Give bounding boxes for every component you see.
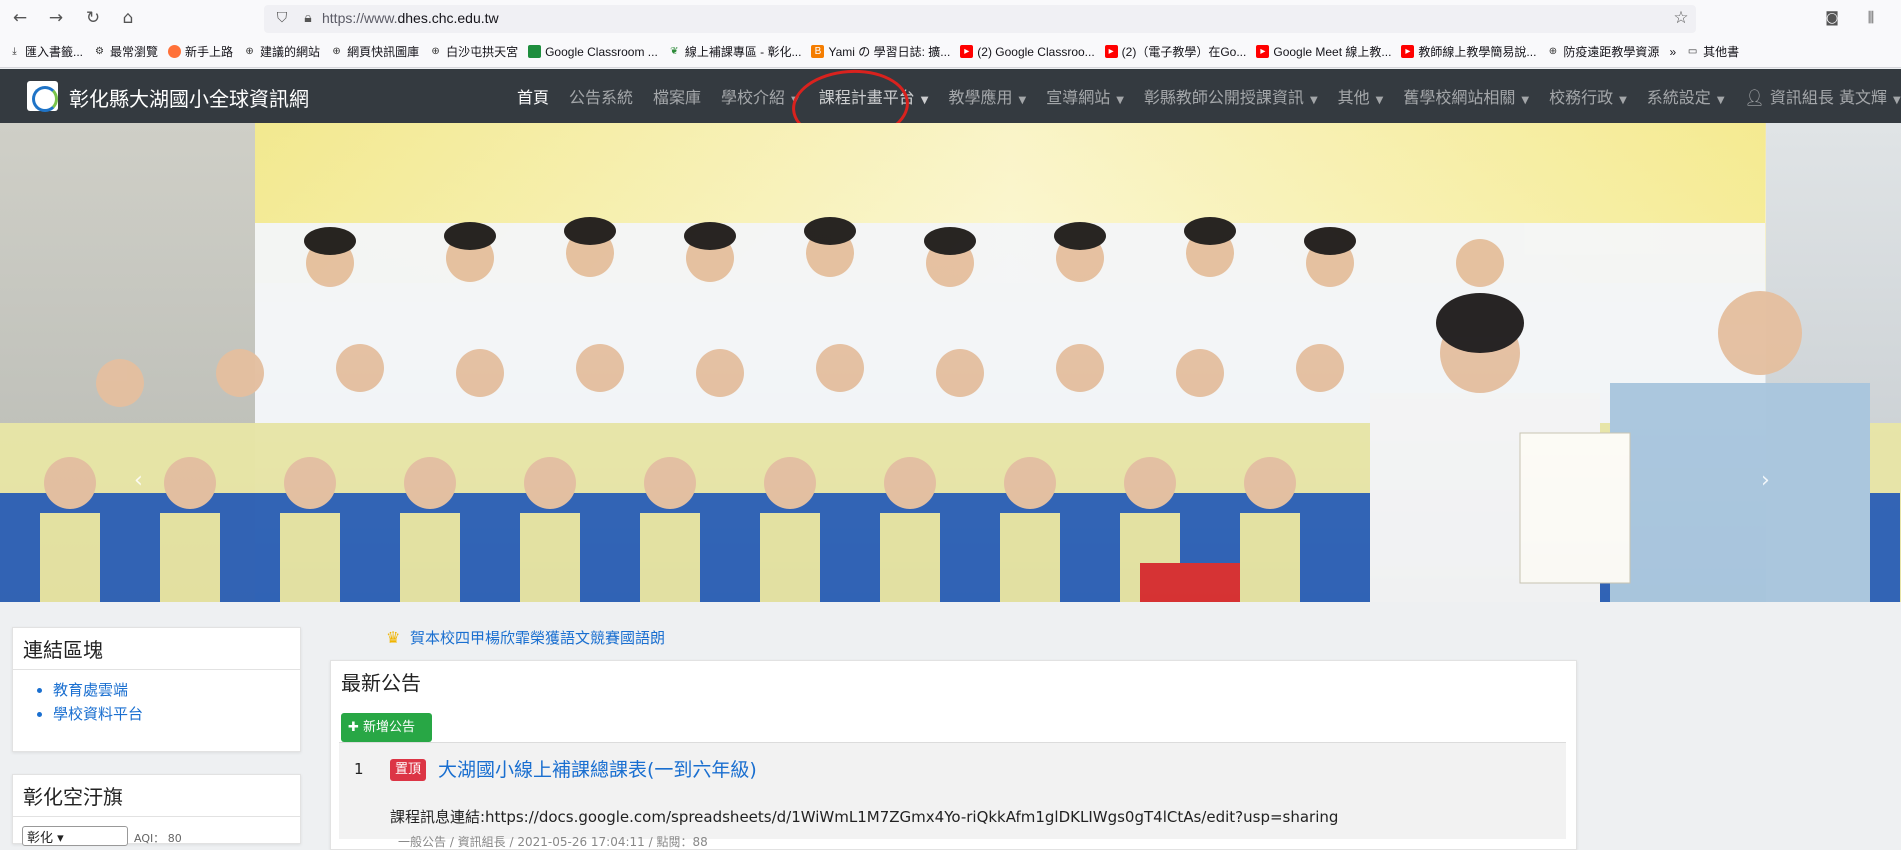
links-card-title: 連結區塊 (13, 628, 300, 670)
link-education-cloud[interactable]: 教育處雲端 (53, 678, 300, 702)
hero-carousel[interactable]: ‹ › (0, 123, 1901, 602)
pinned-badge: 置頂 (390, 759, 427, 781)
menu-user-account[interactable]: 👤︎ 資訊組長 黃文輝 ▼ (1735, 84, 1901, 108)
bookmark-item[interactable]: ❦ 線上補課專區 - 彰化... (668, 43, 801, 60)
leaf-icon: ❦ (670, 46, 679, 57)
firefox-icon (168, 45, 182, 58)
user-icon: 👤︎ (1744, 88, 1770, 107)
browser-toolbar: ← → ↻ ⌂ ⛉ 🔒︎ https://www.dhes.chc.edu.tw… (0, 0, 1901, 36)
caret-down-icon: ▼ (1375, 95, 1384, 106)
bookmark-item[interactable]: ⊕ 建議的網站 (243, 43, 320, 60)
menu-system-settings[interactable]: 系統設定 ▼ (1637, 84, 1735, 108)
import-icon: ⤓ (12, 46, 17, 57)
announcement-number: 1 (354, 760, 364, 778)
caret-down-icon: ▼ (1116, 95, 1124, 106)
menu-file-library[interactable]: 檔案庫 (643, 84, 711, 108)
links-card: 連結區塊 教育處雲端 學校資料平台 (12, 627, 301, 752)
region-select[interactable]: 彰化 ▾ (22, 826, 128, 846)
caret-down-icon: ▼ (1018, 95, 1027, 106)
announcement-body: 課程訊息連結:https://docs.google.com/spreadshe… (390, 808, 1339, 826)
add-announcement-button[interactable]: ✚ 新增公告 (341, 713, 432, 742)
links-list: 教育處雲端 學校資料平台 (13, 670, 300, 726)
menu-other[interactable]: 其他 ▼ (1328, 84, 1394, 108)
bookmarks-toolbar: ⤓ 匯入書籤... ⚙ 最常瀏覽 新手上路 ⊕ 建議的網站 ⊕ 網頁快訊圖庫 ⊕ 白沙屯拱… (0, 36, 1901, 68)
carousel-prev-icon[interactable]: ‹ (134, 468, 143, 493)
folder-icon: ▭ (1687, 46, 1698, 57)
crown-icon: ♛ (386, 628, 401, 647)
menu-promotion-sites[interactable]: 宣導網站 ▼ (1036, 84, 1134, 108)
globe-icon: ⊕ (332, 46, 341, 57)
bookmark-item[interactable]: ▸ (2)（電子教學）在Go... (1104, 43, 1246, 60)
news-ticker[interactable]: 賀本校四甲楊欣霏榮獲語文競賽國語朗 (410, 627, 665, 648)
shield-icon[interactable]: ⛉ (272, 8, 292, 28)
menu-teaching-apps[interactable]: 教學應用 ▼ (938, 84, 1036, 108)
bookmark-star-icon[interactable]: ☆ (1671, 8, 1691, 28)
bookmark-item[interactable]: ⊕ 網頁快訊圖庫 (330, 43, 419, 60)
gear-icon: ⚙ (95, 46, 104, 57)
bookmark-item[interactable]: ⊕ 防疫遠距教學資源 (1546, 43, 1660, 60)
youtube-icon: ▸ (960, 45, 974, 58)
youtube-icon: ▸ (1256, 45, 1270, 58)
bookmark-item[interactable]: ▸ Google Meet 線上教... (1256, 43, 1391, 60)
menu-open-class-info[interactable]: 彰縣教師公開授課資訊 ▼ (1134, 84, 1328, 108)
carousel-next-icon[interactable]: › (1761, 468, 1770, 493)
bookmark-item[interactable]: B Yami の 學習日誌: 擴... (811, 43, 950, 60)
globe-icon: ⊕ (431, 46, 440, 57)
bookmark-item[interactable]: ▸ (2) Google Classroo... (960, 45, 1095, 59)
menu-announcements[interactable]: 公告系統 (559, 84, 643, 108)
link-school-data-platform[interactable]: 學校資料平台 (53, 702, 300, 726)
caret-down-icon: ▼ (1619, 95, 1627, 106)
air-quality-title: 彰化空汙旗 (13, 775, 300, 817)
school-logo[interactable] (27, 81, 58, 112)
bookmark-item[interactable]: ⊕ 白沙屯拱天宮 (429, 43, 518, 60)
bookmark-item[interactable]: ▸ 教師線上教學簡易說... (1401, 43, 1536, 60)
classroom-icon (528, 45, 542, 58)
announcements-title: 最新公告 (341, 671, 421, 695)
bookmark-item[interactable]: ⚙ 最常瀏覽 (93, 43, 158, 60)
reload-icon[interactable]: ↻ (83, 8, 103, 28)
blogger-icon: B (811, 45, 825, 58)
bookmark-item[interactable]: ⤓ 匯入書籤... (8, 43, 83, 60)
caret-down-icon: ▼ (1716, 95, 1725, 106)
announcement-title-link[interactable]: 大湖國小線上補課總課表(一到六年級) (438, 755, 757, 782)
globe-icon: ⊕ (1548, 46, 1558, 57)
lock-icon: 🔒︎ (304, 10, 312, 26)
pocket-icon[interactable]: ◙ (1822, 8, 1842, 28)
url-text[interactable]: https://www.dhes.chc.edu.tw (322, 10, 499, 26)
menu-old-site[interactable]: 舊學校網站相關 ▼ (1393, 84, 1539, 108)
youtube-icon: ▸ (1401, 45, 1415, 58)
bookmark-item[interactable]: ▭ 其他書 (1686, 43, 1739, 60)
site-brand[interactable]: 彰化縣大湖國小全球資訊網 (69, 83, 309, 112)
forward-arrow-icon[interactable]: → (46, 8, 66, 28)
plus-icon: ✚ (348, 720, 364, 735)
more-bookmarks-chevron-icon[interactable]: » (1669, 45, 1676, 59)
announcement-meta: 一般公告 / 資訊組長 / 2021-05-26 17:04:11 / 點閱：8… (398, 835, 708, 849)
menu-home[interactable]: 首頁 (507, 84, 559, 108)
menu-administration[interactable]: 校務行政 ▼ (1539, 84, 1637, 108)
caret-down-icon: ▼ (1309, 95, 1318, 106)
aqi-readout: AQI： 80 (134, 832, 182, 845)
bookmark-item[interactable]: Google Classroom ... (528, 45, 658, 59)
group-photo (0, 217, 1901, 602)
caret-down-icon: ▼ (1521, 95, 1530, 106)
bookmark-item[interactable]: 新手上路 (168, 43, 233, 60)
caret-down-icon: ▼ (1893, 95, 1901, 106)
back-arrow-icon[interactable]: ← (10, 8, 30, 28)
youtube-icon: ▸ (1104, 45, 1118, 58)
main-menu: 首頁 公告系統 檔案庫 學校介紹 ▼ 課程計畫平台 ▼ 教學應用 ▼ 宣導網站 ▼ 彰縣… (507, 69, 1901, 123)
globe-icon: ⊕ (245, 46, 254, 57)
home-icon[interactable]: ⌂ (118, 8, 138, 28)
library-icon[interactable]: ⫼ (1861, 8, 1881, 28)
caret-down-icon: ▼ (920, 95, 929, 106)
